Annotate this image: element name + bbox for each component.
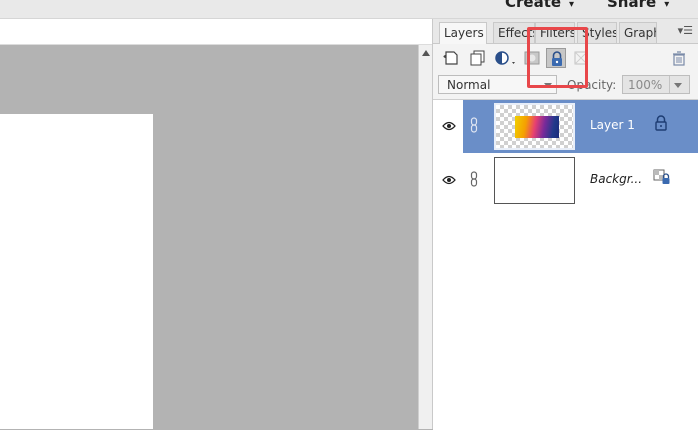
opacity-field[interactable]: 100%	[622, 75, 690, 94]
vertical-scrollbar[interactable]	[418, 45, 433, 429]
adjustment-layer-icon[interactable]	[493, 48, 519, 68]
eye-icon[interactable]	[442, 120, 456, 134]
trash-icon[interactable]	[669, 48, 689, 68]
opacity-value: 100%	[628, 78, 663, 92]
link-icon[interactable]	[470, 171, 478, 190]
tab-filters[interactable]: Filters	[535, 22, 575, 43]
share-label: Share	[607, 0, 657, 11]
new-group-icon[interactable]	[467, 48, 487, 68]
tab-effects[interactable]: Effects	[493, 22, 535, 43]
layers-panel: Layers Effects Filters Styles Graph ▾☰	[432, 19, 698, 430]
panel-tabs: Layers Effects Filters Styles Graph ▾☰	[433, 19, 698, 44]
opacity-divider	[669, 76, 670, 93]
layer-thumbnail	[494, 103, 575, 150]
tab-graphics[interactable]: Graph	[619, 22, 657, 43]
scroll-up-icon[interactable]	[422, 50, 430, 56]
share-menu-button[interactable]: Share ▾	[607, 0, 669, 11]
tab-label: Effects	[498, 26, 535, 40]
lock-transparent-icon[interactable]	[572, 48, 592, 68]
panel-menu-icon[interactable]: ▾☰	[678, 24, 693, 37]
tab-label: Filters	[540, 26, 575, 40]
create-menu-button[interactable]: Create ▾	[505, 0, 574, 11]
document-canvas[interactable]	[0, 114, 153, 429]
lock-all-icon[interactable]	[546, 48, 566, 68]
create-label: Create	[505, 0, 562, 11]
new-layer-icon[interactable]	[441, 48, 461, 68]
tab-label: Graph	[624, 26, 656, 40]
layer-row-layer-1[interactable]: Layer 1	[433, 100, 698, 153]
opacity-label: Opacity:	[567, 78, 617, 92]
layer-name[interactable]: Backgr...	[590, 172, 642, 186]
tab-styles[interactable]: Styles	[577, 22, 617, 43]
chevron-down-icon[interactable]	[674, 83, 682, 88]
chevron-down-icon: ▾	[569, 0, 575, 10]
top-app-bar: Create ▾ Share ▾	[0, 0, 698, 19]
lock-icon	[653, 115, 669, 134]
layer-mask-icon[interactable]	[522, 48, 542, 68]
gradient-thumbnail	[515, 116, 559, 138]
background-lock-icon	[653, 169, 671, 188]
chevron-down-icon	[544, 83, 552, 88]
eye-icon[interactable]	[442, 174, 456, 188]
layers-toolbar	[433, 44, 698, 72]
document-tab-bar	[0, 19, 432, 45]
layer-name[interactable]: Layer 1	[590, 118, 635, 132]
tab-label: Styles	[582, 26, 617, 40]
layers-list: Layer 1 Backgr...	[433, 99, 698, 430]
chevron-down-icon: ▾	[664, 0, 670, 10]
blend-mode-select[interactable]: Normal	[438, 75, 557, 94]
blend-mode-value: Normal	[447, 78, 491, 92]
link-icon[interactable]	[470, 117, 478, 136]
tab-label: Layers	[444, 26, 484, 40]
layer-thumbnail	[494, 157, 575, 204]
canvas-area[interactable]	[0, 45, 418, 429]
tab-layers[interactable]: Layers	[439, 22, 487, 44]
blend-opacity-row: Normal Opacity: 100%	[433, 72, 698, 98]
layer-row-background[interactable]: Backgr...	[433, 154, 698, 207]
